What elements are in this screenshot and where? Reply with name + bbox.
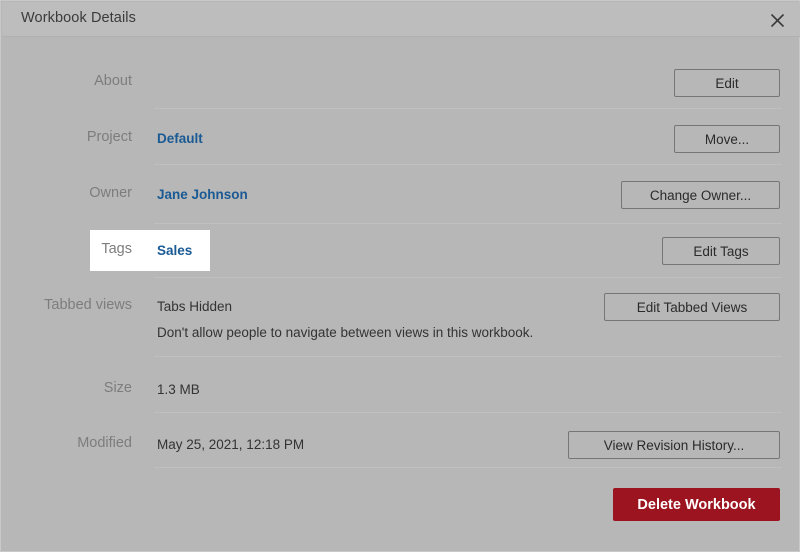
divider-project: [154, 164, 782, 165]
tabbed-views-label: Tabbed views: [44, 297, 132, 313]
modified-value: May 25, 2021, 12:18 PM: [157, 437, 305, 452]
edit-tabbed-views-button[interactable]: Edit Tabbed Views: [604, 293, 780, 321]
size-value: 1.3 MB: [157, 382, 200, 397]
change-owner-button[interactable]: Change Owner...: [621, 181, 780, 209]
dialog-body: About Edit Project Default Move... Owner…: [2, 37, 800, 552]
dialog-titlebar: Workbook Details: [2, 2, 800, 37]
modified-label: Modified: [77, 435, 132, 451]
close-icon[interactable]: [762, 5, 792, 35]
workbook-details-dialog: Workbook Details About Edit Project Defa…: [0, 0, 800, 552]
about-label: About: [94, 73, 132, 89]
tags-value-link[interactable]: Sales: [157, 243, 192, 258]
edit-button[interactable]: Edit: [674, 69, 780, 97]
project-value-link[interactable]: Default: [157, 131, 203, 146]
owner-label: Owner: [89, 185, 132, 201]
delete-workbook-button[interactable]: Delete Workbook: [613, 488, 780, 521]
owner-value-link[interactable]: Jane Johnson: [157, 187, 248, 202]
edit-tags-button[interactable]: Edit Tags: [662, 237, 780, 265]
divider-about: [154, 108, 782, 109]
move-button[interactable]: Move...: [674, 125, 780, 153]
view-revision-history-button[interactable]: View Revision History...: [568, 431, 780, 459]
divider-tabbed-views: [154, 356, 782, 357]
divider-size: [154, 412, 782, 413]
tags-label: Tags: [101, 241, 132, 257]
tabbed-views-value: Tabs Hidden: [157, 299, 233, 314]
dialog-title: Workbook Details: [21, 10, 136, 26]
size-label: Size: [103, 380, 132, 396]
divider-owner: [154, 223, 782, 224]
tabbed-views-description: Don't allow people to navigate between v…: [157, 325, 534, 340]
divider-modified: [154, 467, 782, 468]
divider-tags: [154, 277, 782, 278]
project-label: Project: [86, 129, 132, 145]
